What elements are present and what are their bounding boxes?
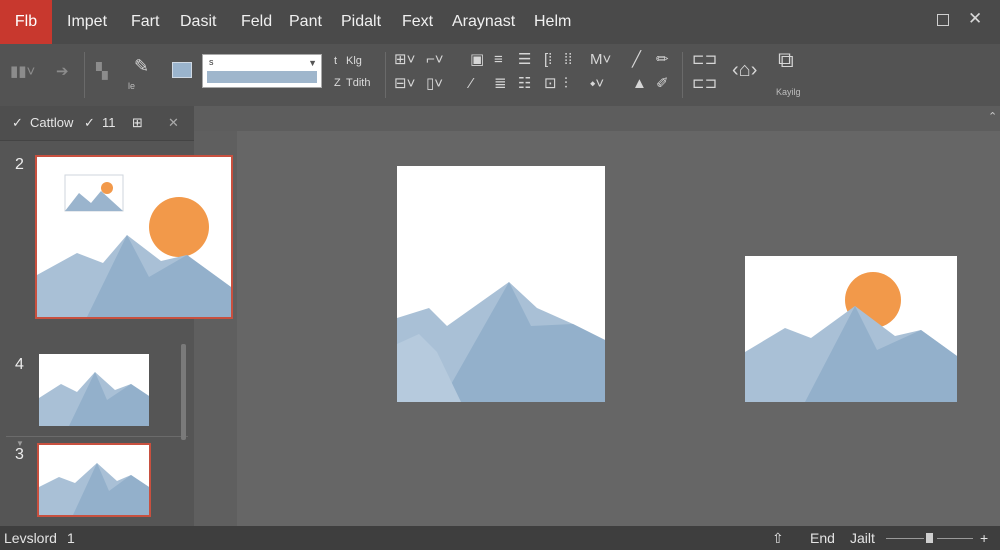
size-prefix-1: t <box>334 55 338 67</box>
spacing-icon[interactable]: ⫶ <box>564 76 568 92</box>
columns-icon[interactable]: ⁞⁞ <box>564 52 572 68</box>
frame-icon[interactable]: ▯˅ <box>426 76 443 92</box>
slide-count: 11 <box>102 115 116 130</box>
menu-item-4[interactable]: Feld <box>241 0 272 44</box>
menu-item-9[interactable]: Helm <box>534 0 571 44</box>
status-label: Levslord <box>4 530 57 546</box>
slash-icon[interactable]: ⁄ <box>470 76 473 92</box>
menu-item-1[interactable]: Impet <box>67 0 107 44</box>
ribbon-divider <box>682 52 683 98</box>
list-icon[interactable]: ☰ <box>518 52 531 68</box>
shape-rectangle-icon[interactable] <box>172 62 192 78</box>
file-tab[interactable]: Flb <box>0 0 52 44</box>
font-field-value: s <box>209 57 214 67</box>
pencil-icon[interactable]: ✏ <box>656 52 669 68</box>
image-frame-icon[interactable]: ⊡ <box>544 76 557 92</box>
justify-icon[interactable]: ≣ <box>494 76 507 92</box>
bracket-icon[interactable]: [⁞ <box>544 52 552 68</box>
status-count: 1 <box>67 530 75 546</box>
checkmark-icon: ✓ <box>12 115 23 130</box>
collapse-icon[interactable]: ⌃ <box>988 110 997 123</box>
marker-icon[interactable]: ✐ <box>656 76 669 92</box>
menu-item-3[interactable]: Dasit <box>180 0 216 44</box>
pen-caption: le <box>128 81 136 91</box>
restore-icon[interactable] <box>937 14 949 26</box>
zoom-slider-handle[interactable] <box>926 533 933 543</box>
end-label[interactable]: End <box>810 530 835 546</box>
arrange-icon[interactable]: ⊏⊐ <box>692 52 717 68</box>
line-icon[interactable]: ╱ <box>632 52 641 68</box>
group-icon[interactable]: ⌐˅ <box>426 52 444 68</box>
ribbon-divider <box>84 52 85 98</box>
fit-icon[interactable]: ⇧ <box>772 530 784 547</box>
undo-icon[interactable]: ▮▮˅ <box>10 64 35 80</box>
distribute-icon[interactable]: ⊏⊐ <box>692 76 717 92</box>
slide-number: 4 <box>15 356 24 373</box>
panel-divider <box>6 436 188 437</box>
jalt-label[interactable]: Jailt <box>850 530 875 546</box>
slide-thumbnail-art <box>39 372 149 426</box>
mountain-sun-image <box>745 272 957 402</box>
zoom-track[interactable] <box>937 538 973 539</box>
ribbon-divider <box>385 52 386 98</box>
pen-icon[interactable]: ✎ <box>134 57 149 75</box>
image-placeholder-mountains[interactable] <box>397 166 605 402</box>
align-box-icon[interactable]: ▣ <box>470 52 484 68</box>
table-icon[interactable]: ⊞˅ <box>394 52 415 68</box>
code-icon[interactable]: ‹⌂› <box>732 60 757 80</box>
crop-caption: Kayilg <box>776 87 801 97</box>
scrollbar-thumb[interactable] <box>181 344 186 440</box>
paste-icon[interactable]: ▚ <box>96 64 108 80</box>
chevron-down-icon[interactable]: ▼ <box>308 58 317 68</box>
image-placeholder-mountains-sun[interactable] <box>745 256 957 402</box>
slide-thumbnail[interactable] <box>37 443 151 517</box>
font-m-icon[interactable]: M˅ <box>590 52 611 68</box>
zoom-track[interactable] <box>886 538 924 539</box>
menu-item-8[interactable]: Araynast <box>452 0 515 44</box>
redo-icon[interactable]: ➔ <box>56 64 69 80</box>
slide-thumbnail-art <box>37 174 231 317</box>
triangle-icon[interactable]: ▲ <box>632 76 647 92</box>
menu-bar: Flb Impet Fart Dasit Feld Pant Pidalt Fe… <box>0 0 1000 44</box>
menu-item-5[interactable]: Pant <box>289 0 322 44</box>
size-label-1[interactable]: Klg <box>346 55 362 67</box>
canvas-top-strip <box>194 106 1000 131</box>
font-preview-bar <box>207 71 317 83</box>
menu-item-2[interactable]: Fart <box>131 0 159 44</box>
slide-thumbnail[interactable] <box>35 155 233 319</box>
panel-title[interactable]: Cattlow <box>30 115 73 130</box>
fill-icon[interactable]: ⬩˅ <box>590 76 604 92</box>
grid-icon[interactable]: ⊞ <box>132 115 143 131</box>
slide-number: 3 <box>15 446 24 463</box>
status-bar: Levslord 1 ⇧ End Jailt + <box>0 526 1000 550</box>
align-lines-icon[interactable]: ≡ <box>494 52 503 68</box>
close-panel-icon[interactable]: ✕ <box>168 115 179 131</box>
close-icon[interactable]: ✕ <box>968 10 982 27</box>
zoom-in-icon[interactable]: + <box>980 530 988 546</box>
layout-icon[interactable]: ⊟˅ <box>394 76 415 92</box>
menu-item-6[interactable]: Pidalt <box>341 0 381 44</box>
size-label-2[interactable]: Tdith <box>346 77 370 89</box>
crop-icon[interactable]: ⧉ <box>778 49 794 71</box>
menu-item-7[interactable]: Fext <box>402 0 433 44</box>
slide-number: 2 <box>15 156 24 173</box>
edit-list-icon[interactable]: ☷ <box>518 76 531 92</box>
size-prefix-2: Z <box>334 77 341 89</box>
slides-panel-header: ✓ Cattlow ✓ 11 ⊞ ✕ <box>0 106 194 141</box>
slide-thumbnail[interactable] <box>39 354 149 426</box>
mountain-image <box>397 282 605 402</box>
checkmark-icon: ✓ <box>84 115 95 130</box>
font-field[interactable]: s ▼ <box>202 54 322 88</box>
slide-thumbnail-art <box>39 463 149 515</box>
